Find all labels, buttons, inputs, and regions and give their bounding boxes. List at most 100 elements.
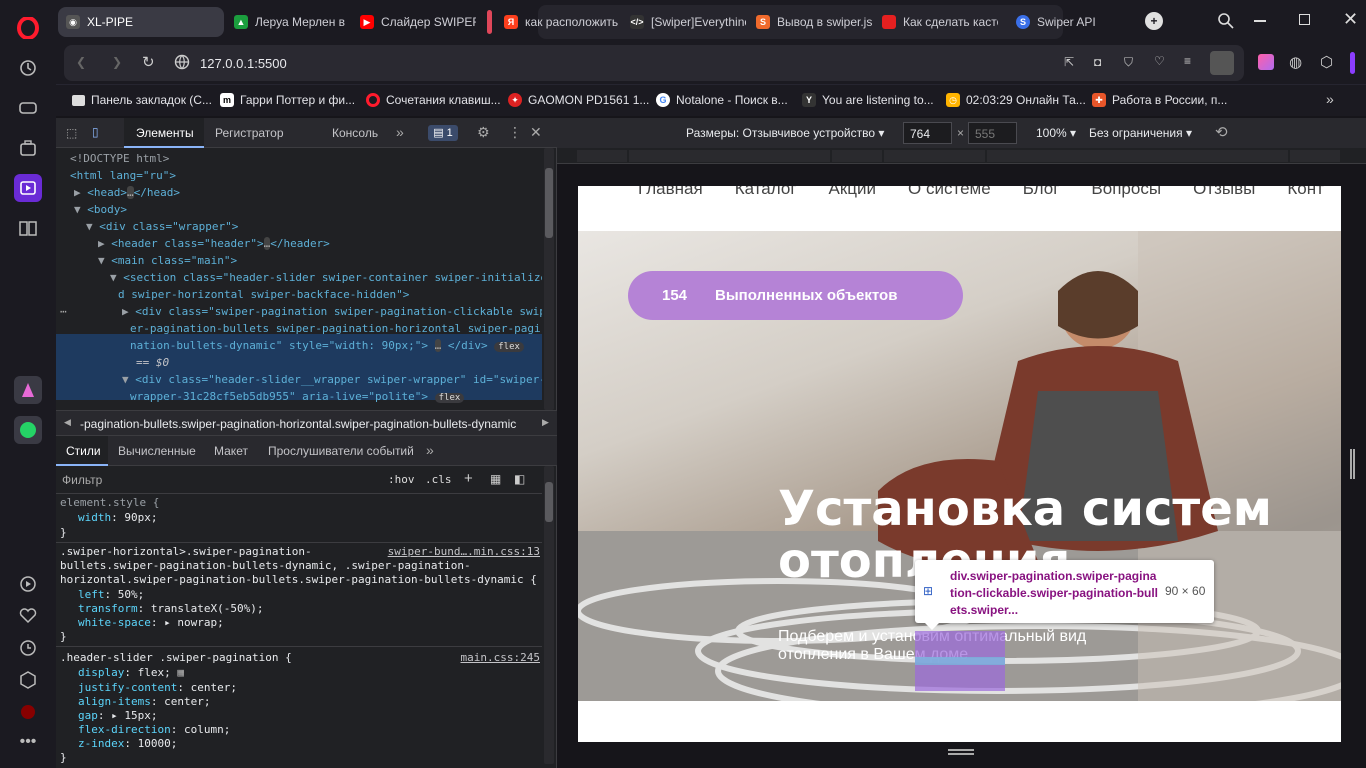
more-tabs-icon[interactable]: » [396, 124, 404, 140]
flex-badge[interactable]: flex [434, 393, 465, 403]
reload-icon[interactable]: ↻ [142, 53, 155, 71]
nav-catalog[interactable]: Каталог [735, 186, 797, 209]
forward-icon[interactable]: ❯ [112, 55, 122, 69]
rule-swiper-selector[interactable]: .swiper-horizontal>.swiper-pagination- [60, 545, 312, 560]
width-input[interactable]: 764 [903, 122, 952, 144]
reading-list-icon[interactable] [14, 214, 42, 242]
wrapper-div-line[interactable]: ▼ <div class="header-slider__wrapper swi… [122, 371, 542, 388]
node-actions-icon[interactable]: ⋯ [60, 303, 67, 320]
snapshot-icon[interactable]: ◘ [1094, 55, 1101, 69]
search-tabs-icon[interactable] [1217, 12, 1235, 33]
url-text[interactable]: 127.0.0.1:5500 [200, 56, 287, 71]
opera-logo-icon[interactable] [14, 14, 42, 42]
rule-swiper-selector-2[interactable]: bullets.swiper-pagination-bullets-dynami… [60, 559, 471, 574]
prop-align[interactable]: align-items: center; [78, 695, 210, 710]
resize-handle-right[interactable] [1350, 449, 1355, 479]
prop-gap[interactable]: gap: ▸ 15px; [78, 709, 158, 724]
prop-white-space[interactable]: white-space: ▸ nowrap; [78, 616, 224, 631]
bookmark-work[interactable]: ✚ Работа в России, п... [1092, 93, 1227, 107]
styles-scrollbar[interactable] [544, 466, 554, 764]
throttle-select[interactable]: Без ограничения ▾ [1089, 126, 1192, 140]
tab-leroy[interactable]: ▲ Леруа Мерлен в [226, 7, 350, 37]
new-rule-icon[interactable]: + [464, 470, 473, 487]
rule-element-style[interactable]: element.style { [60, 496, 159, 511]
tab-youtube-swiper[interactable]: ▶ Слайдер SWIPER [352, 7, 476, 37]
crumb-left-icon[interactable]: ◀ [64, 417, 71, 428]
bookmark-gaomon[interactable]: ✦ GAOMON PD1561 1... [508, 93, 649, 107]
tab-recorder[interactable]: Регистратор [215, 126, 284, 140]
wrapper-line[interactable]: ▼ <div class="wrapper"> [86, 218, 238, 235]
gaming-icon[interactable] [14, 94, 42, 122]
prop-left[interactable]: left: 50%; [78, 588, 144, 603]
head-line[interactable]: ▶ <head>…</head> [74, 184, 180, 201]
extension-pink-icon[interactable] [1258, 54, 1274, 70]
more-style-tabs-icon[interactable]: » [426, 442, 434, 458]
prop-justify[interactable]: justify-content: center; [78, 681, 237, 696]
bookmark-listening[interactable]: Y You are listening to... [802, 93, 934, 107]
close-window-icon[interactable]: ✕ [1343, 9, 1358, 30]
tab-yandex[interactable]: Якак расположить [496, 7, 620, 37]
extensions-icon[interactable] [14, 666, 42, 694]
nav-reviews[interactable]: Отзывы [1193, 186, 1255, 209]
rule-source-link[interactable]: main.css:245 [461, 651, 540, 666]
rule-header-slider[interactable]: .header-slider .swiper-pagination { [60, 651, 292, 666]
easy-setup-icon[interactable]: ≡ [1184, 54, 1191, 68]
tab-xl-pipe[interactable]: ◉ XL-PIPE [58, 7, 224, 37]
new-tab-icon[interactable]: + [1145, 12, 1163, 30]
tab-custom[interactable]: Как сделать касто [874, 7, 998, 37]
tab-swiper-api[interactable]: S Swiper API [1008, 7, 1132, 37]
html-line[interactable]: <html lang="ru"> [70, 167, 176, 184]
shield-icon[interactable]: ⛉ [1124, 55, 1133, 70]
address-bar[interactable]: ❮ ❯ ↻ 127.0.0.1:5500 ⇱ ◘ ⛉ ♡ ≡ [64, 45, 1244, 81]
section-line[interactable]: ▼ <section class="header-slider swiper-c… [110, 269, 542, 286]
bookmark-harry[interactable]: m Гарри Поттер и фи... [220, 93, 355, 107]
flex-badge[interactable]: flex [494, 342, 524, 352]
whatsapp-icon[interactable] [14, 416, 42, 444]
device-toolbar-icon[interactable]: ▯ [92, 125, 99, 139]
favorites-icon[interactable] [14, 602, 42, 630]
history-icon[interactable] [14, 634, 42, 662]
more-icon[interactable]: ••• [14, 728, 42, 756]
breadcrumb-text[interactable]: -pagination-bullets.swiper-pagination-ho… [80, 417, 516, 431]
issues-badge[interactable]: ▤ 1 [428, 125, 458, 141]
player-icon[interactable] [14, 174, 42, 202]
kebab-menu-icon[interactable]: ⋮ [508, 124, 522, 141]
dom-scrollbar[interactable] [544, 148, 554, 410]
filter-input[interactable]: Фильтр [62, 473, 102, 487]
bookmark-heart-icon[interactable]: ♡ [1154, 54, 1165, 68]
wrapper-div-line-2[interactable]: wrapper-31c28cf5eb5db955" aria-live="pol… [130, 388, 465, 407]
sidebar-toggle[interactable] [1350, 52, 1355, 74]
prop-width[interactable]: width: 90px; [78, 511, 158, 526]
speed-dial-icon[interactable] [14, 54, 42, 82]
zoom-select[interactable]: 100% ▾ [1036, 126, 1076, 140]
body-line[interactable]: ▼ <body> [74, 201, 127, 218]
height-input[interactable]: 555 [968, 122, 1017, 144]
profile-avatar[interactable] [1210, 51, 1234, 75]
maximize-icon[interactable] [1299, 14, 1310, 25]
tab-event-listeners[interactable]: Прослушиватели событий [268, 444, 414, 458]
pagination-line-3[interactable]: nation-bullets-dynamic" style="width: 90… [130, 337, 524, 356]
nav-home[interactable]: Главная [638, 186, 703, 209]
rule-swiper-selector-3[interactable]: horizontal.swiper-pagination-bullets.swi… [60, 573, 537, 588]
nav-faq[interactable]: Вопросы [1091, 186, 1161, 209]
tab-group-marker[interactable] [487, 10, 492, 34]
workspace-icon[interactable] [14, 134, 42, 162]
site-info-icon[interactable] [174, 54, 190, 73]
tab-elements[interactable]: Элементы [124, 118, 204, 148]
tab-swiper-everything[interactable]: </> [Swiper]Everythinc [622, 7, 746, 37]
back-icon[interactable]: ❮ [76, 55, 86, 69]
tab-swiper-output[interactable]: S Вывод в swiper.js [748, 7, 872, 37]
crumb-right-icon[interactable]: ▶ [542, 417, 549, 428]
prop-flex-direction[interactable]: flex-direction: column; [78, 723, 230, 738]
tab-console[interactable]: Консоль [332, 126, 378, 140]
minimize-icon[interactable] [1254, 20, 1266, 22]
aria-icon[interactable] [14, 376, 42, 404]
main-line[interactable]: ▼ <main class="main"> [98, 252, 237, 269]
vpn-globe-icon[interactable]: ◍ [1289, 53, 1302, 71]
tab-layout[interactable]: Макет [214, 444, 248, 458]
more-bookmarks-icon[interactable]: » [1326, 91, 1334, 107]
bookmark-shortcuts[interactable]: Сочетания клавиш... [366, 93, 501, 107]
settings-gear-icon[interactable]: ⚙ [477, 124, 490, 141]
nav-blog[interactable]: Блог [1023, 186, 1060, 209]
close-devtools-icon[interactable]: ✕ [530, 124, 542, 141]
